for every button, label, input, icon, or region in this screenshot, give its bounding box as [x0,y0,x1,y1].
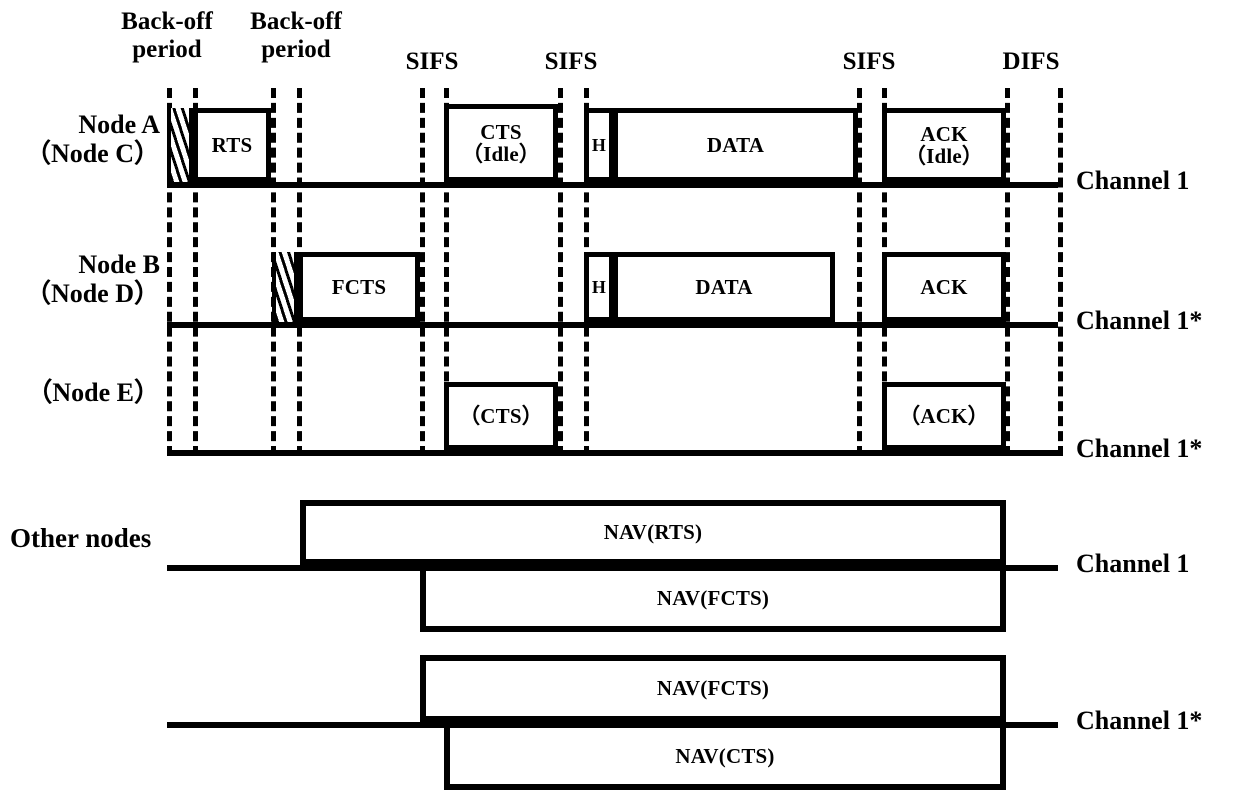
row-name-node-b: Node B （Node D） [24,250,160,309]
guideline-4 [420,88,425,456]
frame-label-fcts: FCTS [331,274,387,299]
header-mark-sifs-2: SIFS [544,48,598,75]
frame-box-fcts[interactable]: FCTS [298,252,420,322]
frame-box-data-a[interactable]: DATA [613,108,858,182]
frame-label-cts-idle: CTS （Idle） [461,119,541,166]
row-name-node-e: （Node E） [26,378,160,407]
backoff-hatch-backoff-node-b [272,252,298,322]
channel-axis-node-e [167,450,1058,456]
frame-box-ack-b[interactable]: ACK [882,252,1006,322]
frame-label-rts: RTS [211,132,253,157]
frame-label-cts-e: （CTS） [459,403,543,428]
row-name-node-a: Node A （Node C） [24,110,160,169]
frame-label-data-b: DATA [695,274,753,299]
frame-box-ack-idle[interactable]: ACK （Idle） [882,108,1006,182]
frame-box-ack-e[interactable]: （ACK） [882,382,1006,450]
nav-label-nav-cts: NAV(CTS) [675,743,775,768]
channel-axis-other-channel-1 [167,565,1058,571]
nav-box-nav-rts[interactable]: NAV(RTS) [300,500,1006,565]
frame-label-h-b: H [591,276,607,297]
channel-label-node-b: Channel 1* [1076,306,1203,335]
nav-box-nav-fcts[interactable]: NAV(FCTS) [420,565,1006,632]
frame-box-cts-idle[interactable]: CTS （Idle） [444,104,558,182]
frame-box-cts-e[interactable]: （CTS） [444,382,558,450]
frame-box-rts[interactable]: RTS [193,108,271,182]
frame-box-data-b[interactable]: DATA [613,252,835,322]
guideline-11 [1058,88,1063,456]
frame-box-h-a[interactable]: H [584,108,614,182]
guideline-6 [558,88,563,456]
nav-label-nav-fcts-2: NAV(FCTS) [656,676,770,701]
frame-label-h-a: H [591,134,607,155]
channel-axis-node-a [167,182,1058,188]
nav-box-nav-cts[interactable]: NAV(CTS) [444,722,1006,790]
timing-diagram-canvas: Back-off period Back-off period SIFS SIFS SI… [0,0,1240,798]
channel-axis-other-channel-1-star [167,722,1058,728]
channel-axis-node-b [167,322,1058,328]
channel-label-other-channel-1: Channel 1 [1076,549,1190,578]
frame-box-h-b[interactable]: H [584,252,614,322]
header-mark-difs-1: DIFS [1002,48,1060,75]
frame-label-ack-e: （ACK） [899,403,989,428]
frame-label-data-a: DATA [706,132,765,157]
frame-label-ack-idle: ACK （Idle） [904,121,984,168]
backoff-hatch-backoff-node-a [167,108,193,182]
frame-label-ack-b: ACK [920,274,968,299]
header-mark-sifs-1: SIFS [405,48,459,75]
channel-label-node-e: Channel 1* [1076,434,1203,463]
header-mark-sifs-3: SIFS [842,48,896,75]
channel-label-node-a: Channel 1 [1076,166,1190,195]
other-nodes-label: Other nodes [10,523,152,553]
channel-label-other-channel-1-star: Channel 1* [1076,706,1203,735]
nav-box-nav-fcts-2[interactable]: NAV(FCTS) [420,655,1006,722]
nav-label-nav-rts: NAV(RTS) [603,520,703,545]
nav-label-nav-fcts: NAV(FCTS) [656,586,770,611]
